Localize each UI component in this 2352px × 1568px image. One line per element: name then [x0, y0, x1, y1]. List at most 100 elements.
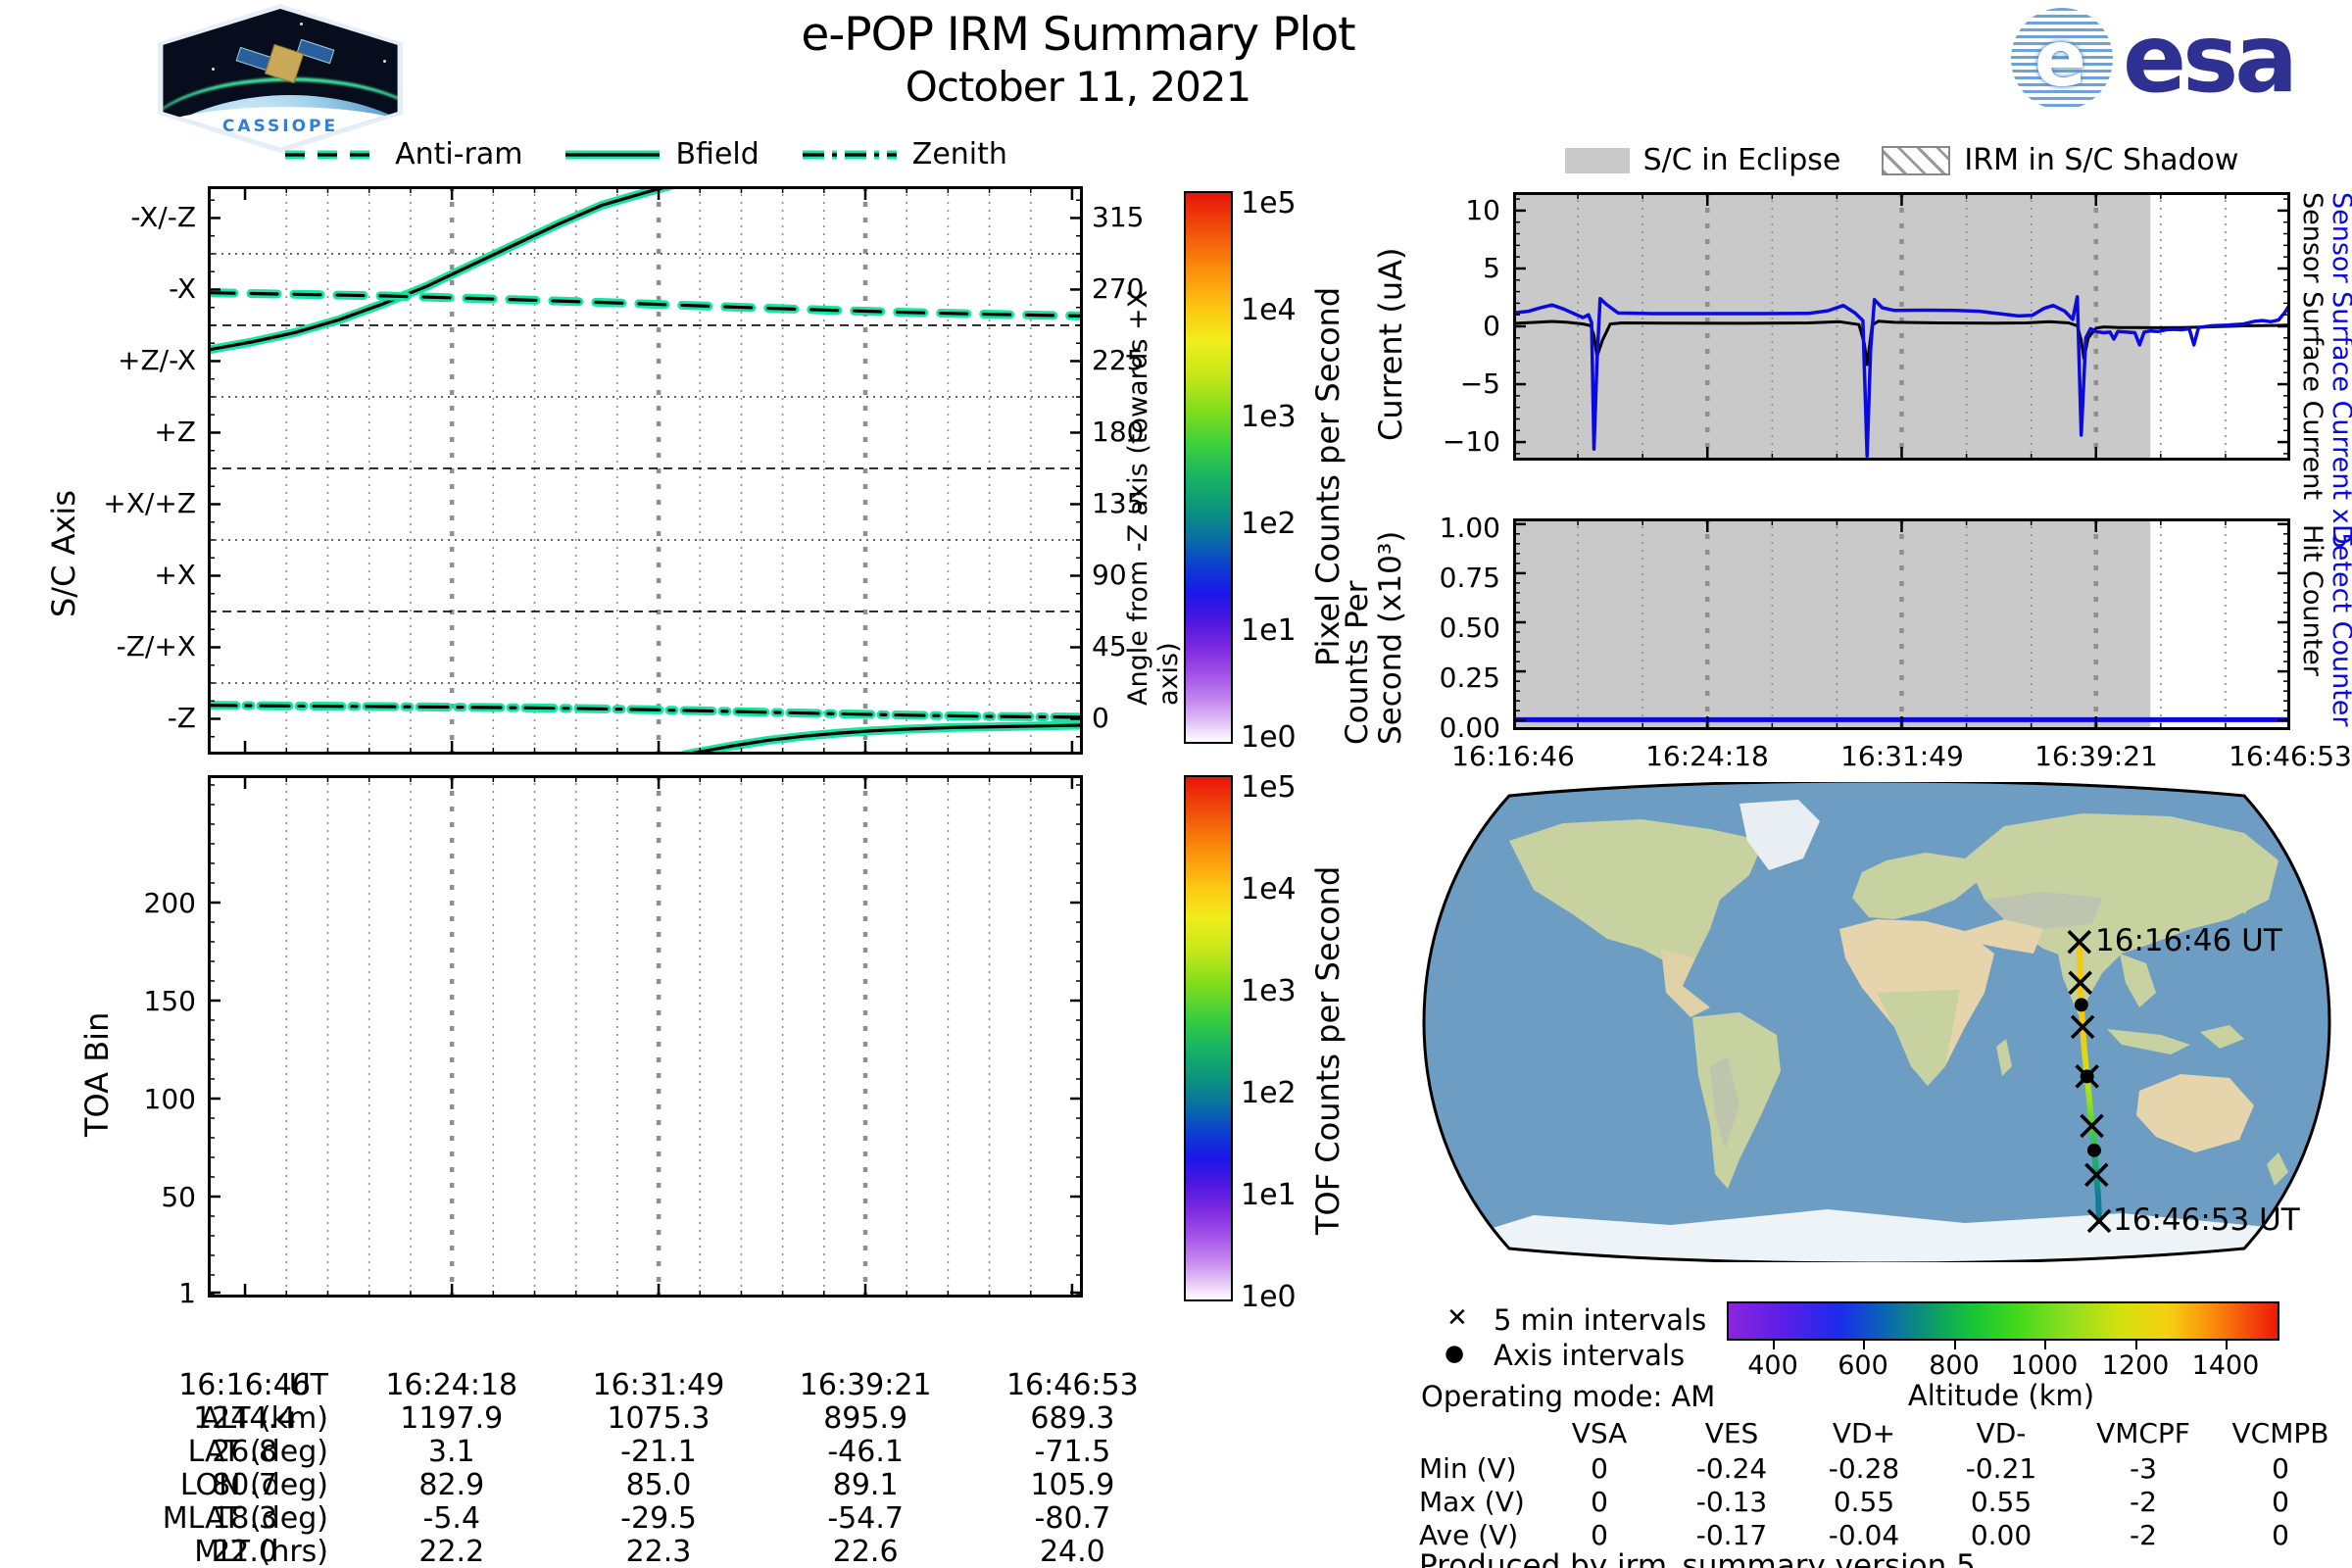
- vt-cell: 0: [1591, 1452, 1608, 1485]
- track-end-label: 16:46:53 UT: [2113, 1202, 2300, 1238]
- eph-cell: 85.0: [625, 1468, 692, 1502]
- eph-cell: 1197.9: [400, 1401, 504, 1436]
- angle-tick: 0: [1092, 702, 1109, 734]
- x-marker-legend: 5 min intervals: [1494, 1303, 1707, 1337]
- cbar-tick: 1e4: [1241, 293, 1297, 327]
- cbar-tick: 1e1: [1241, 613, 1297, 648]
- angle-tick: 135: [1092, 487, 1145, 519]
- ytick: -Z: [167, 702, 196, 734]
- eph-row-values: 16:16:46 16:24:18 16:31:49 16:39:21 16:4…: [141, 1368, 1176, 1402]
- alt-tick-mark: [1773, 1339, 1775, 1349]
- eph-row-values: 26.8 3.1 -21.1 -46.1 -71.5: [141, 1435, 1176, 1469]
- xtick-time: 16:39:21: [2034, 740, 2158, 772]
- ytick: 0.25: [1439, 662, 1500, 694]
- ytick: 100: [143, 1083, 196, 1115]
- ytick: 0: [1483, 310, 1500, 342]
- xtick-time: 16:24:18: [1645, 740, 1769, 772]
- alt-tick-mark: [2226, 1339, 2228, 1349]
- eph-row-values: 22.0 22.2 22.3 22.6 24.0: [141, 1535, 1176, 1568]
- eph-row-values: 1244.4 1197.9 1075.3 895.9 689.3: [141, 1401, 1176, 1436]
- eph-cell: -21.1: [620, 1435, 697, 1469]
- eph-cell: 80.7: [212, 1468, 277, 1502]
- detect-counter-right-label: Detect Counter: [2327, 524, 2352, 727]
- tof-counts-colorbar: [1184, 775, 1233, 1301]
- vt-cell: -3: [2130, 1452, 2157, 1485]
- eph-cell: 16:16:46: [178, 1368, 311, 1402]
- map-art: [1424, 782, 2329, 1262]
- alt-tick-mark: [1863, 1339, 1865, 1349]
- vt-cell: 0: [1591, 1486, 1608, 1518]
- ytick: 200: [143, 887, 196, 919]
- satellite-panel: [296, 38, 335, 65]
- ytick: 1: [178, 1277, 196, 1309]
- operating-mode: Operating mode: AM: [1421, 1380, 1716, 1413]
- angle-tick: 180: [1092, 416, 1145, 448]
- altitude-cbar-label: Altitude (km): [1907, 1379, 2095, 1412]
- ytick: -Z/+X: [116, 630, 196, 662]
- vt-col: VES: [1704, 1417, 1759, 1449]
- axis-plot-legend: Anti-ram Bfield Zenith: [208, 137, 1083, 172]
- legend-item-shadow: IRM in S/C Shadow: [1882, 143, 2238, 177]
- ytick: −5: [1459, 368, 1500, 400]
- epop-irm-summary-page: CASSIOPE e-POP IRM Summary Plot October …: [0, 0, 2352, 1568]
- x-marker-icon: ✕: [1446, 1303, 1468, 1333]
- esa-logo: e esa: [2011, 8, 2298, 110]
- angle-tick: 270: [1092, 272, 1145, 305]
- eph-cell: 26.8: [212, 1435, 277, 1469]
- zenith-line-sample-icon: [802, 150, 897, 159]
- eph-cell: 89.1: [832, 1468, 899, 1502]
- eph-cell: 16:46:53: [1005, 1368, 1139, 1402]
- legend-item-eclipse: S/C in Eclipse: [1564, 143, 1840, 177]
- xtick-time: 16:16:46: [1451, 740, 1575, 772]
- eph-cell: 1075.3: [607, 1401, 710, 1436]
- esa-globe-icon: e: [2011, 8, 2113, 110]
- eclipse-swatch-icon: [1564, 147, 1630, 173]
- vt-cell: -0.24: [1695, 1452, 1768, 1485]
- eph-cell: 22.2: [418, 1535, 485, 1568]
- vt-cell: -0.21: [1965, 1452, 2037, 1485]
- cbar-tick: 1e3: [1241, 400, 1297, 434]
- eph-cell: 18.3: [212, 1501, 277, 1536]
- ytick: 50: [161, 1181, 196, 1213]
- hit-counter-right-label: Hit Counter: [2297, 524, 2328, 676]
- eph-cell: 16:39:21: [799, 1368, 932, 1402]
- eph-cell: -54.7: [827, 1501, 904, 1536]
- cassiope-patch-art: CASSIOPE: [163, 9, 398, 148]
- eph-cell: -29.5: [620, 1501, 697, 1536]
- page-title: e-POP IRM Summary Plot: [801, 8, 1355, 62]
- ytick: +X: [154, 559, 196, 591]
- eclipse-legend: S/C in Eclipse IRM in S/C Shadow: [1513, 143, 2290, 177]
- vt-cell: 0: [2272, 1452, 2289, 1485]
- angle-axis-label: Angle from -Z axis (towards +X axis): [1123, 289, 1184, 706]
- eph-cell: 3.1: [427, 1435, 475, 1469]
- legend-item-bfield: Bfield: [564, 137, 760, 172]
- angle-tick: 315: [1092, 201, 1145, 233]
- ytick: -X/-Z: [130, 201, 196, 233]
- alt-tick-mark: [1954, 1339, 1956, 1349]
- bfield-line-sample-icon: [565, 150, 661, 159]
- vt-col: VD-: [1976, 1417, 2027, 1449]
- alt-tick: 800: [1929, 1350, 1980, 1381]
- eph-cell: 105.9: [1030, 1468, 1115, 1502]
- eph-row-values: 80.7 82.9 85.0 89.1 105.9: [141, 1468, 1176, 1502]
- alt-tick-mark: [2044, 1339, 2046, 1349]
- ytick: +Z/-X: [118, 344, 196, 376]
- legend-label: Anti-ram: [395, 137, 523, 172]
- alt-tick: 1200: [2101, 1350, 2170, 1381]
- sc-axis-orientation-plot: [208, 186, 1083, 755]
- vt-col: VMCPF: [2096, 1417, 2190, 1449]
- page-date: October 11, 2021: [905, 63, 1251, 111]
- ytick: 1.00: [1439, 512, 1500, 544]
- eph-cell: -80.7: [1034, 1501, 1111, 1536]
- vt-cell: 0: [2272, 1519, 2289, 1551]
- angle-tick: 90: [1092, 559, 1127, 591]
- eph-cell: 16:31:49: [592, 1368, 725, 1402]
- vt-cell: 0.55: [1833, 1486, 1895, 1518]
- eph-cell: 895.9: [823, 1401, 908, 1436]
- dot-marker-legend: Axis intervals: [1494, 1339, 1686, 1372]
- cbar-tick: 1e2: [1241, 1076, 1297, 1110]
- ytick: 0.50: [1439, 612, 1500, 644]
- legend-item-zenith: Zenith: [801, 137, 1007, 172]
- eph-cell: 24.0: [1039, 1535, 1105, 1568]
- vt-cell: 0.00: [1970, 1519, 2033, 1551]
